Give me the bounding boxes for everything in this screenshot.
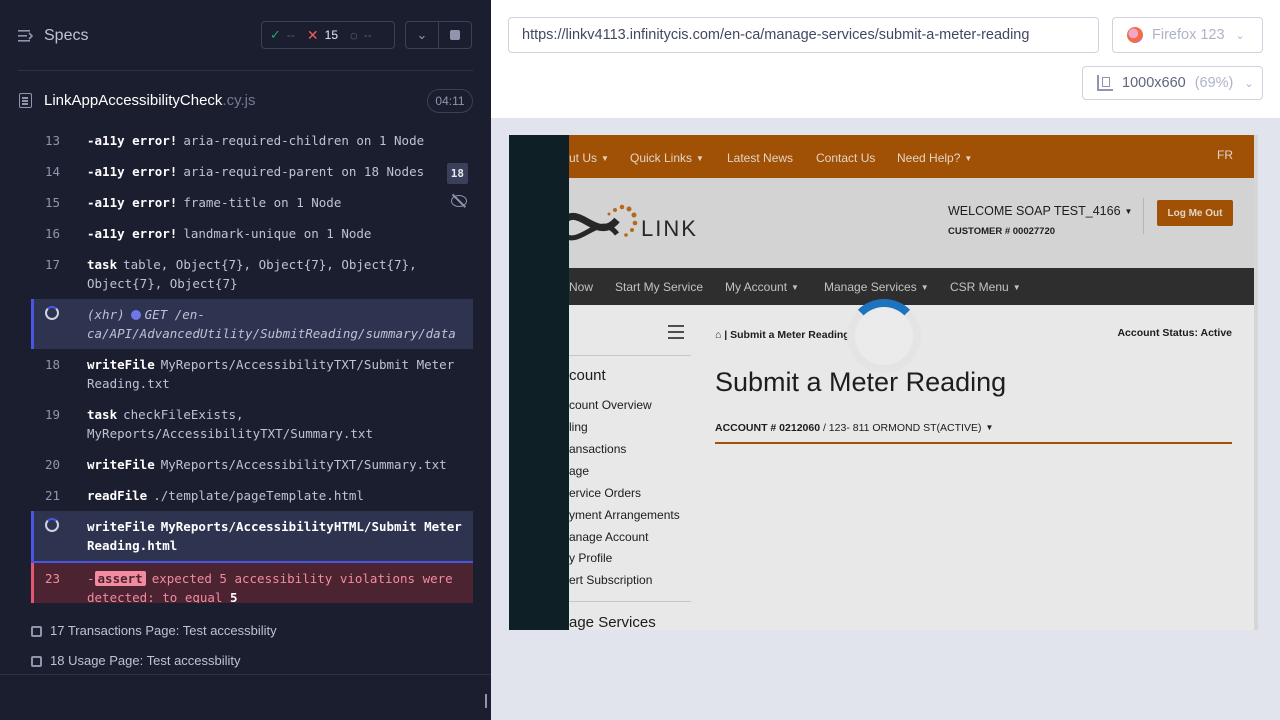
command-name: assert [94,571,146,586]
command-row[interactable]: 16 -a11y error! landmark-unique on 1 Node [31,218,473,249]
command-message: checkFileExists, MyReports/Accessibility… [87,407,373,441]
command-message: MyReports/AccessibilityTXT/Summary.txt [160,457,447,472]
command-row[interactable]: 20 writeFile MyReports/AccessibilityTXT/S… [31,449,473,480]
command-row[interactable]: 13 -a11y error! aria-required-children on… [31,125,473,156]
app-preview: https://linkv4113.infinitycis.com/en-ca/… [491,0,1280,720]
browser-name: Firefox 123 [1152,27,1225,43]
loading-spinner-icon [847,299,921,373]
failed-assert-row[interactable]: 23 - assert expected 5 accessibility viola… [31,563,473,603]
ruler-icon [1097,75,1113,91]
command-name: task [87,407,118,422]
passed-count: -- [286,28,295,42]
command-number: 23 [45,571,61,586]
command-name: -a11y error! [87,195,178,210]
assert-value: 5 [230,590,238,603]
test-status-icon [31,656,42,667]
command-message: ./template/pageTemplate.html [153,488,364,503]
command-row[interactable]: 15 -a11y error! frame-title on 1 Node [31,187,473,218]
firefox-icon [1127,27,1143,43]
command-name: writeFile [87,457,155,472]
stop-button[interactable] [438,21,472,49]
command-number: 19 [45,407,61,422]
command-number: 13 [45,133,61,148]
spec-file-name: LinkAppAccessibilityCheck.cy.js [44,92,255,109]
command-message: frame-title on 1 Node [183,195,342,210]
test-status-icon [31,626,42,637]
file-icon [19,93,32,108]
test-stats: ✓ -- ✕ 15 ◌ -- [261,21,395,49]
eye-off-icon [451,195,467,207]
command-row[interactable]: 14 -a11y error! aria-required-parent on 1… [31,156,473,187]
node-count-badge: 18 [446,163,468,184]
pending-count: -- [363,28,372,42]
divider [18,70,473,71]
scrollbar[interactable] [1254,135,1258,630]
chevron-down-icon: ⌄ [1244,77,1254,90]
command-name: readFile [87,488,148,503]
command-number: 20 [45,457,61,472]
specs-list-icon[interactable] [18,29,34,43]
command-row[interactable]: 18 writeFile MyReports/AccessibilityTXT/S… [31,349,473,399]
command-name: (xhr) [87,307,125,322]
pending-spinner-icon: ◌ [350,27,358,43]
failed-x-icon: ✕ [306,26,319,43]
resize-handle[interactable] [485,694,487,708]
pending-dot-icon [130,310,141,320]
url-input[interactable]: https://linkv4113.infinitycis.com/en-ca/… [508,17,1099,53]
aut-frame: ut Us ▼ Quick Links ▼ Latest News Contact … [509,135,1258,630]
loading-overlay [509,135,1258,630]
command-name: writeFile [87,357,155,372]
command-row[interactable]: 17 task table, Object{7}, Object{7}, Obje… [31,249,473,299]
chevron-down-icon[interactable]: ⌄ [405,21,439,49]
chevron-down-icon: ⌄ [1235,29,1245,42]
command-name: task [87,257,118,272]
command-message: aria-required-parent on 18 Nodes [183,164,425,179]
command-number: 16 [45,226,61,241]
assert-dash: - [87,571,95,586]
command-number: 21 [45,488,61,503]
spec-file-header[interactable]: LinkAppAccessibilityCheck.cy.js 04:11 [0,88,491,114]
reporter-panel: Specs ✓ -- ✕ 15 ◌ -- ⌄ LinkAppAccessibil… [0,0,491,720]
specs-title[interactable]: Specs [44,27,88,45]
viewport-zoom: (69%) [1194,75,1234,91]
test-label: 18 Usage Page: Test accessbility [50,653,241,668]
command-log: 13 -a11y error! aria-required-children on… [31,125,473,603]
command-name: writeFile [87,519,155,534]
failed-count: 15 [324,28,338,42]
test-item[interactable]: 17 Transactions Page: Test accessbility [0,618,491,648]
active-command-row[interactable]: writeFile MyReports/AccessibilityHTML/Sub… [31,511,473,561]
spec-file-ext: .cy.js [222,92,256,109]
passed-check-icon: ✓ [270,27,281,42]
command-message: GET /en-ca/API/AdvancedUtility/SubmitRea… [87,307,456,341]
command-number: 18 [45,357,61,372]
test-list: 17 Transactions Page: Test accessbility … [0,618,491,678]
test-label: 17 Transactions Page: Test accessbility [50,623,277,638]
stop-icon [450,30,460,40]
preview-toolbar: https://linkv4113.infinitycis.com/en-ca/… [491,0,1280,118]
viewport-select[interactable]: 1000x660 (69%) ⌄ [1082,66,1263,100]
command-number: 14 [45,164,61,179]
divider [0,674,491,675]
command-row[interactable]: 19 task checkFileExists, MyReports/Access… [31,399,473,449]
viewport-size: 1000x660 [1122,75,1186,91]
spec-file-basename: LinkAppAccessibilityCheck [44,92,223,109]
command-name: -a11y error! [87,133,178,148]
command-message: landmark-unique on 1 Node [183,226,372,241]
command-message: table, Object{7}, Object{7}, Object{7}, … [87,257,417,291]
command-name: -a11y error! [87,164,178,179]
spec-duration: 04:11 [427,89,473,113]
command-row[interactable]: 21 readFile ./template/pageTemplate.html [31,480,473,511]
loading-spinner-icon [45,306,59,320]
xhr-command-row[interactable]: (xhr) GET /en-ca/API/AdvancedUtility/Subm… [31,299,473,349]
browser-select[interactable]: Firefox 123 ⌄ [1112,17,1263,53]
loading-spinner-icon [45,518,59,532]
command-number: 15 [45,195,61,210]
command-number: 17 [45,257,61,272]
reporter-header: Specs ✓ -- ✕ 15 ◌ -- ⌄ [0,0,491,70]
command-message: aria-required-children on 1 Node [183,133,425,148]
command-name: -a11y error! [87,226,178,241]
snapshot-overlay-strip [509,135,569,630]
